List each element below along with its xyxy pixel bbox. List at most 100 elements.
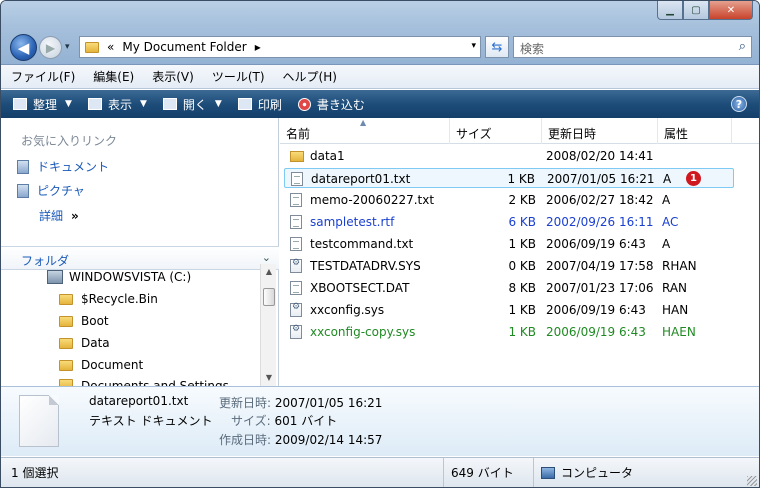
favorite-documents[interactable]: ドキュメント [17, 158, 109, 175]
file-size-cell: 1 KB [508, 303, 536, 317]
table-row[interactable]: memo-20060227.txt 2 KB 2006/02/27 18:42 A [284, 190, 734, 210]
details-created: 作成日時: 2009/02/14 14:57 [219, 431, 382, 448]
details-key: 作成日時: [219, 433, 272, 447]
scroll-down-icon[interactable]: ▼ [261, 370, 277, 386]
sort-ascending-icon: ▲ [360, 118, 367, 127]
status-location: コンピュータ [541, 464, 633, 481]
file-attr-cell: HAEN [662, 325, 696, 339]
table-row[interactable]: XBOOTSECT.DAT 8 KB 2007/01/23 17:06 RAN [284, 278, 734, 298]
system-file-icon [290, 302, 302, 317]
computer-icon [541, 467, 555, 479]
system-file-icon [290, 258, 302, 273]
maximize-button[interactable]: ▢ [683, 1, 709, 20]
view-button[interactable]: 表示 ▼ [87, 96, 147, 113]
menu-edit[interactable]: 編集(E) [93, 68, 134, 85]
scroll-up-icon[interactable]: ▲ [261, 264, 277, 280]
file-attr-cell: A [662, 193, 671, 207]
address-dropdown-icon[interactable]: ▾ [471, 41, 476, 51]
status-location-label: コンピュータ [561, 466, 634, 480]
tree-folder-data[interactable]: Data [59, 336, 110, 350]
folders-header[interactable]: フォルダ ⌄ [1, 246, 279, 270]
tree-folder-boot[interactable]: Boot [59, 314, 109, 328]
table-row[interactable]: xxconfig-copy.sys 1 KB 2006/09/19 6:43 HAEN [284, 322, 734, 342]
folder-icon [59, 315, 73, 327]
file-date-cell: 2006/02/27 18:42 [546, 193, 654, 207]
folder-icon [59, 359, 73, 371]
view-icon [87, 98, 102, 110]
text-file-icon [290, 237, 302, 251]
forward-button[interactable]: ▶ [39, 36, 62, 59]
file-date-cell: 2006/09/19 6:43 [546, 303, 646, 317]
favorite-pictures[interactable]: ピクチャ [17, 182, 85, 199]
refresh-button[interactable]: ⇆ [485, 36, 509, 58]
file-name-cell: testcommand.txt [310, 237, 414, 251]
system-file-icon [290, 324, 302, 339]
search-icon[interactable]: ⌕ [739, 39, 746, 54]
table-row[interactable]: data1 2008/02/20 14:41 [284, 146, 734, 166]
back-button[interactable]: ◀ [10, 34, 37, 61]
print-label: 印刷 [257, 97, 282, 112]
file-name-cell: xxconfig-copy.sys [310, 325, 416, 339]
table-row[interactable]: datareport01.txt 1 KB 2007/01/05 16:21 A 1 [284, 168, 734, 188]
help-icon: ? [735, 97, 743, 111]
menu-help[interactable]: ヘルプ(H) [283, 68, 337, 85]
title-frame: ▁ ▢ ✕ ◀ ▶ ▾ « My Document Folder ▸ ▾ ⇆ 検… [1, 1, 759, 65]
file-date-cell: 2008/02/20 14:41 [546, 149, 654, 163]
menu-tools[interactable]: ツール(T) [212, 68, 265, 85]
search-placeholder: 検索 [520, 42, 545, 56]
file-attr-cell: RAN [662, 281, 688, 295]
chevron-down-icon: ⌄ [261, 251, 271, 264]
table-row[interactable]: sampletest.rtf 6 KB 2002/09/26 16:11 AC [284, 212, 734, 232]
table-row[interactable]: TESTDATADRV.SYS 0 KB 2007/04/19 17:58 RHAN [284, 256, 734, 276]
column-size[interactable]: サイズ [450, 118, 542, 144]
file-date-cell: 2006/09/19 6:43 [546, 237, 646, 251]
burn-label: 書き込む [316, 97, 365, 112]
forward-arrow-icon: ▶ [45, 40, 56, 55]
folder-icon [59, 293, 73, 305]
file-name-cell: TESTDATADRV.SYS [310, 259, 421, 273]
tree-folder-recycle-bin[interactable]: $Recycle.Bin [59, 292, 158, 306]
folder-tree-scrollbar[interactable]: ▲ ▼ [260, 264, 276, 386]
file-name-cell: xxconfig.sys [310, 303, 385, 317]
navigation-pane: お気に入りリンク ドキュメント ピクチャ 詳細 » フォルダ ⌄ WINDOWSV… [1, 118, 279, 387]
burn-button[interactable]: 書き込む [297, 96, 365, 113]
breadcrumb-current[interactable]: My Document Folder [122, 40, 246, 54]
file-name-cell: XBOOTSECT.DAT [310, 281, 410, 295]
menu-view[interactable]: 表示(V) [152, 68, 194, 85]
search-input[interactable]: 検索 ⌕ [513, 36, 752, 58]
double-chevron-icon: » [71, 209, 79, 223]
scroll-thumb[interactable] [263, 288, 275, 306]
details-type: テキスト ドキュメント [89, 414, 213, 428]
column-label: 属性 [664, 127, 689, 141]
resize-grip[interactable] [747, 476, 757, 486]
open-icon [162, 98, 177, 110]
breadcrumb-separator-icon[interactable]: ▸ [255, 40, 261, 54]
documents-icon [17, 159, 29, 174]
breadcrumb-prefix[interactable]: « [107, 40, 114, 54]
print-button[interactable]: 印刷 [237, 96, 282, 113]
tree-folder-document[interactable]: Document [59, 358, 143, 372]
menu-file[interactable]: ファイル(F) [11, 68, 75, 85]
minimize-button[interactable]: ▁ [657, 1, 683, 20]
status-bar: 1 個選択 649 バイト コンピュータ [1, 457, 759, 487]
recent-pages-button[interactable]: ▾ [65, 42, 70, 52]
column-name[interactable]: ▲ 名前 [280, 118, 450, 144]
favorites-header: お気に入りリンク [21, 134, 118, 148]
tree-drive-c[interactable]: WINDOWSVISTA (C:) [47, 270, 191, 284]
details-value: 601 バイト [274, 414, 338, 428]
address-bar[interactable]: « My Document Folder ▸ ▾ [79, 36, 481, 58]
details-pane: datareport01.txt テキスト ドキュメント 更新日時: 2007/… [1, 386, 759, 456]
file-date-cell: 2007/04/19 17:58 [546, 259, 654, 273]
table-row[interactable]: testcommand.txt 1 KB 2006/09/19 6:43 A [284, 234, 734, 254]
open-button[interactable]: 開く ▼ [162, 96, 222, 113]
open-label: 開く [182, 97, 207, 112]
more-links[interactable]: 詳細 » [39, 207, 79, 224]
close-button[interactable]: ✕ [709, 1, 753, 20]
file-date-cell: 2006/09/19 6:43 [546, 325, 646, 339]
organize-button[interactable]: 整理 ▼ [13, 96, 72, 113]
details-key: 更新日時: [219, 396, 272, 410]
help-button[interactable]: ? [731, 96, 747, 112]
column-modified[interactable]: 更新日時 [542, 118, 658, 144]
table-row[interactable]: xxconfig.sys 1 KB 2006/09/19 6:43 HAN [284, 300, 734, 320]
column-attributes[interactable]: 属性 [658, 118, 732, 144]
